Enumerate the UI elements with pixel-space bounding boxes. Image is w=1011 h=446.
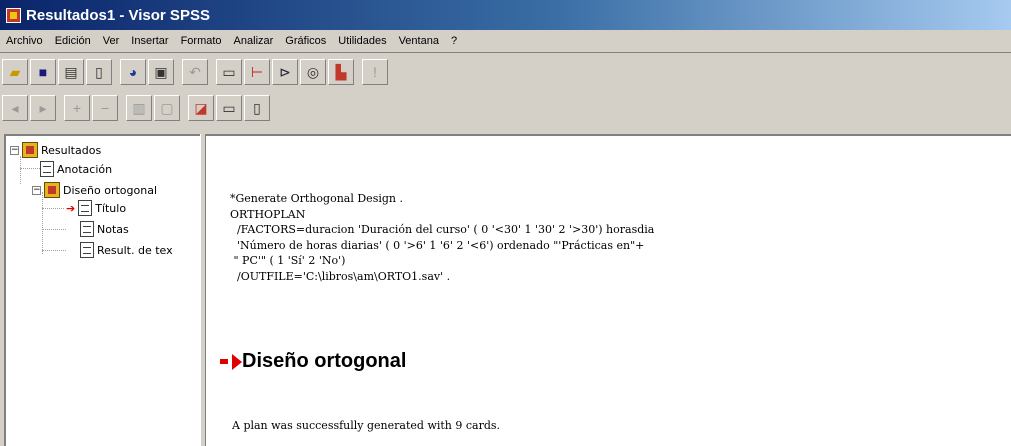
collapse-icon[interactable]: − <box>10 145 19 155</box>
syntax-line: /FACTORS=duracion 'Duración del curso' (… <box>230 223 655 236</box>
title-bar: Resultados1 - Visor SPSS <box>0 0 1011 30</box>
text-output-icon <box>80 242 94 258</box>
menu-help[interactable]: ? <box>445 35 463 47</box>
syntax-line: ORTHOPLAN <box>230 207 306 221</box>
menu-edicion[interactable]: Edición <box>49 35 97 47</box>
insert-text-icon[interactable]: ▯ <box>244 95 270 121</box>
tree-label: Anotación <box>57 162 113 176</box>
menu-formato[interactable]: Formato <box>175 35 228 47</box>
insert-cases-icon[interactable]: ▙ <box>328 59 354 85</box>
demote-icon[interactable]: ▸ <box>30 95 56 121</box>
use-sets-icon[interactable]: ◎ <box>300 59 326 85</box>
tree-label: Result. de tex <box>97 243 173 257</box>
outline-toolbar: ◂ ▸ + − ▥ ▢ ◪ ▭ ▯ <box>2 92 270 124</box>
dialog-recall-icon[interactable]: ▣ <box>148 59 174 85</box>
result-message: A plan was successfully generated with 9… <box>232 419 501 432</box>
output-content-pane: *Generate Orthogonal Design . ORTHOPLAN … <box>206 134 1011 446</box>
insert-title-icon[interactable]: ▭ <box>216 95 242 121</box>
hide-icon[interactable]: ▢ <box>154 95 180 121</box>
output-book-icon <box>22 142 38 158</box>
syntax-log: *Generate Orthogonal Design . ORTHOPLAN … <box>230 191 654 284</box>
run-icon[interactable]: ! <box>362 59 388 85</box>
window-title: Resultados1 - Visor SPSS <box>26 6 210 24</box>
collapse-icon[interactable]: − <box>92 95 118 121</box>
syntax-line: 'Número de horas diarias' ( 0 '>6' 1 '6'… <box>230 238 645 252</box>
menu-bar: Archivo Edición Ver Insertar Formato Ana… <box>0 30 1011 53</box>
tree-label: Diseño ortogonal <box>63 183 157 197</box>
tree-item-titulo[interactable]: ➔ Título <box>66 200 126 216</box>
tree-item-notas[interactable]: Notas <box>80 221 129 237</box>
show-icon[interactable]: ▥ <box>126 95 152 121</box>
promote-icon[interactable]: ◂ <box>2 95 28 121</box>
tree-label: Resultados <box>41 143 102 157</box>
menu-analizar[interactable]: Analizar <box>228 35 280 47</box>
menu-utilidades[interactable]: Utilidades <box>332 35 392 47</box>
outline-tree: − Resultados Anotación − Diseño ortogona… <box>4 134 200 446</box>
current-item-arrowhead-icon <box>232 353 242 370</box>
export-icon[interactable]: ◕ <box>120 59 146 85</box>
standard-toolbar: ▰ ■ ▤ ▯ ◕ ▣ ↶ ▭ ⊢ ⊳ ◎ ▙ ! <box>2 56 388 88</box>
current-item-arrow-icon <box>220 359 228 364</box>
print-icon[interactable]: ▤ <box>58 59 84 85</box>
menu-graficos[interactable]: Gráficos <box>279 35 332 47</box>
section-title: Diseño ortogonal <box>242 350 407 372</box>
syntax-line: " PC'" ( 1 'Sí' 2 'No') <box>230 254 346 267</box>
menu-ventana[interactable]: Ventana <box>393 35 445 47</box>
variables-icon[interactable]: ⊢ <box>244 59 270 85</box>
insert-heading-icon[interactable]: ◪ <box>188 95 214 121</box>
save-icon[interactable]: ■ <box>30 59 56 85</box>
syntax-line: /OUTFILE='C:\libros\am\ORTO1.sav' . <box>230 269 451 283</box>
tree-label: Título <box>95 201 127 215</box>
spss-app-icon[interactable] <box>6 7 21 23</box>
notes-icon <box>80 221 94 237</box>
section-heading[interactable]: Diseño ortogonal <box>220 350 406 373</box>
expand-icon[interactable]: + <box>64 95 90 121</box>
undo-icon[interactable]: ↶ <box>182 59 208 85</box>
goto-case-icon[interactable]: ▭ <box>216 59 242 85</box>
syntax-line: *Generate Orthogonal Design . <box>230 192 403 205</box>
open-folder-icon[interactable]: ▰ <box>2 59 28 85</box>
tree-item-resultados[interactable]: − Resultados <box>10 142 101 158</box>
tree-label: Notas <box>97 222 129 236</box>
tree-item-diseno-ortogonal[interactable]: − Diseño ortogonal <box>32 182 157 198</box>
collapse-icon[interactable]: − <box>32 185 41 195</box>
title-icon <box>78 200 93 216</box>
menu-insertar[interactable]: Insertar <box>125 35 174 47</box>
log-icon <box>40 161 54 177</box>
find-icon[interactable]: ⊳ <box>272 59 298 85</box>
print-preview-icon[interactable]: ▯ <box>86 59 112 85</box>
current-item-arrow-icon: ➔ <box>66 201 76 215</box>
tree-item-result-texto[interactable]: Result. de tex <box>80 242 173 258</box>
tree-item-anotacion[interactable]: Anotación <box>40 161 112 177</box>
menu-ver[interactable]: Ver <box>97 35 126 47</box>
output-book-icon <box>44 182 60 198</box>
menu-archivo[interactable]: Archivo <box>0 35 49 47</box>
